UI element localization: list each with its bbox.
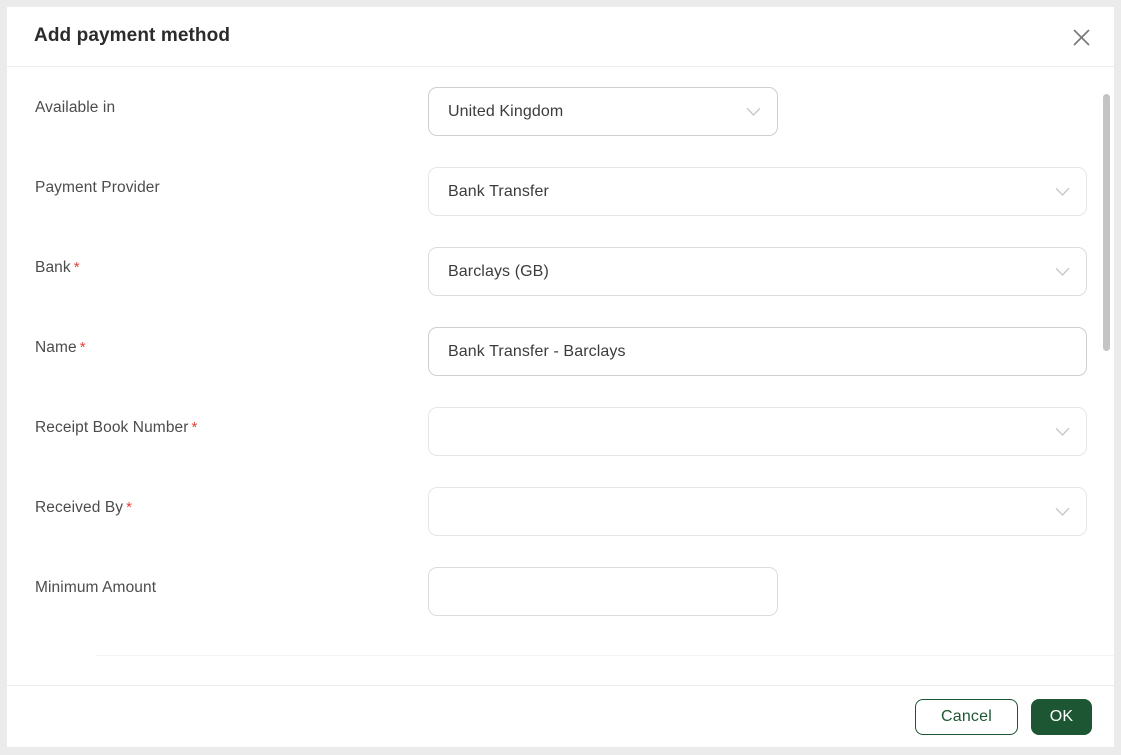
chevron-down-icon [1054, 184, 1070, 200]
chevron-down-icon [1054, 264, 1070, 280]
dialog-body: Available in United Kingdom Payment Prov… [7, 67, 1114, 685]
page-title: Add payment method [34, 25, 231, 46]
required-marker: * [191, 419, 198, 436]
form-row-available-in: Available in United Kingdom [7, 79, 1114, 159]
form-row-bank: Bank * Barclays (GB) [7, 239, 1114, 319]
received-by-select[interactable] [428, 487, 1087, 536]
chevron-down-icon [1054, 424, 1070, 440]
required-marker: * [126, 499, 133, 516]
dialog-footer: Cancel OK [7, 685, 1114, 747]
scrollbar[interactable] [1102, 67, 1110, 685]
available-in-value: United Kingdom [448, 102, 564, 120]
cancel-button[interactable]: Cancel [915, 698, 1018, 735]
required-marker: * [79, 339, 86, 356]
dialog-header: Add payment method [7, 7, 1114, 67]
chevron-down-icon [745, 104, 761, 120]
payment-provider-value: Bank Transfer [448, 182, 549, 200]
name-value: Bank Transfer - Barclays [448, 342, 626, 360]
minimum-amount-input[interactable] [428, 567, 778, 616]
form-row-received-by: Received By * [7, 479, 1114, 559]
name-input[interactable]: Bank Transfer - Barclays [428, 327, 1087, 376]
field-label: Payment Provider [35, 179, 160, 196]
available-in-select[interactable]: United Kingdom [428, 87, 778, 136]
bank-value: Barclays (GB) [448, 262, 549, 280]
scrollbar-thumb[interactable] [1103, 94, 1110, 351]
close-icon[interactable] [1067, 23, 1095, 51]
form-row-name: Name * Bank Transfer - Barclays [7, 319, 1114, 399]
field-label: Received By * [35, 499, 133, 516]
add-payment-method-dialog: Add payment method Available in United K… [7, 7, 1114, 747]
field-label: Minimum Amount [35, 579, 157, 596]
field-label: Available in [35, 99, 116, 116]
chevron-down-icon [1054, 504, 1070, 520]
field-label: Name * [35, 339, 86, 356]
bank-select[interactable]: Barclays (GB) [428, 247, 1087, 296]
form-row-receipt-book-number: Receipt Book Number * [7, 399, 1114, 479]
receipt-book-number-select[interactable] [428, 407, 1087, 456]
form-scroll-area: Available in United Kingdom Payment Prov… [7, 67, 1114, 685]
ok-button[interactable]: OK [1031, 698, 1092, 735]
field-label: Receipt Book Number * [35, 419, 198, 436]
payment-provider-select[interactable]: Bank Transfer [428, 167, 1087, 216]
form-row-payment-provider: Payment Provider Bank Transfer [7, 159, 1114, 239]
field-label: Bank * [35, 259, 80, 276]
required-marker: * [73, 259, 80, 276]
section-divider [95, 655, 1114, 656]
form-row-minimum-amount: Minimum Amount [7, 559, 1114, 639]
